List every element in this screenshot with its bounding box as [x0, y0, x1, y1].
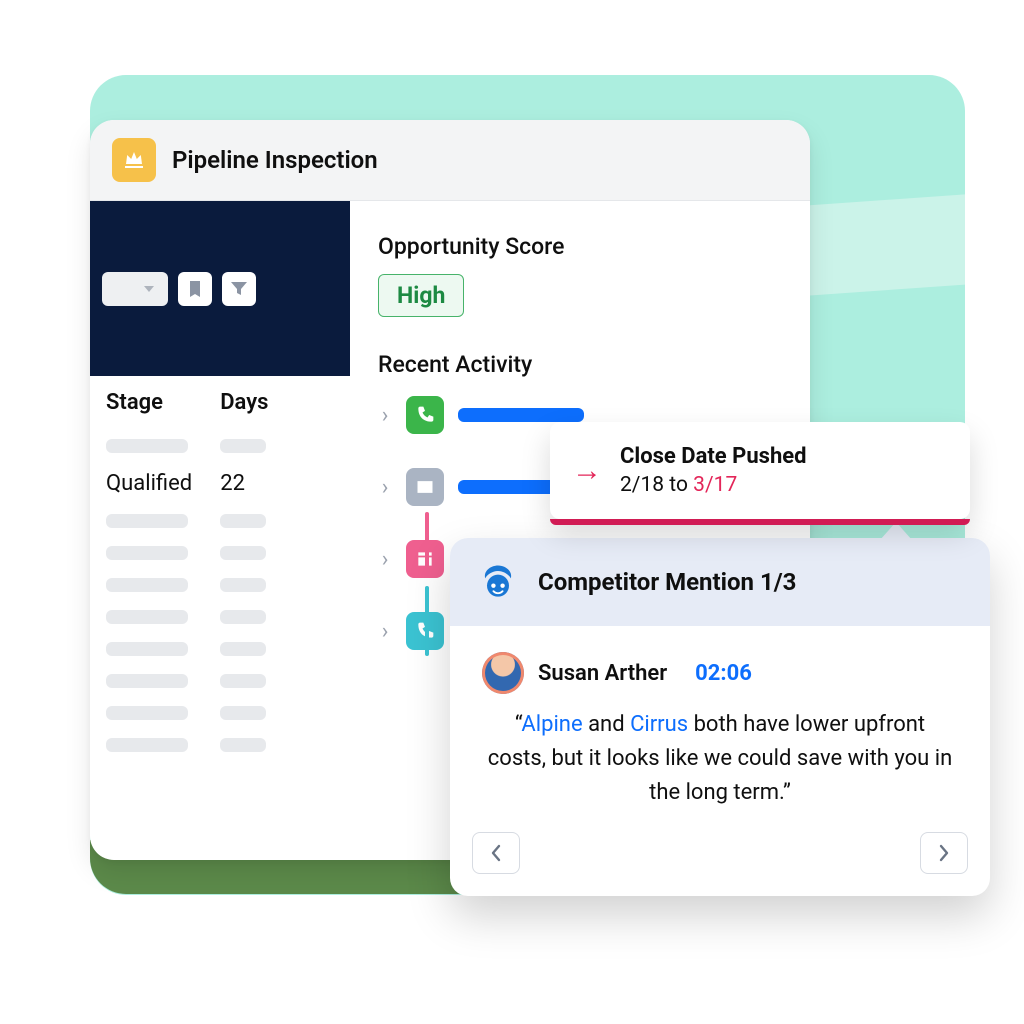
timeline-line: [425, 586, 429, 656]
page-title: Pipeline Inspection: [172, 146, 378, 174]
skeleton-cell: [106, 706, 188, 720]
timeline-line: [425, 512, 429, 576]
skeleton-cell: [220, 514, 266, 528]
skeleton-cell: [106, 610, 188, 624]
skeleton-cell: [220, 706, 266, 720]
next-button[interactable]: [920, 832, 968, 874]
toolbar-dark: [90, 201, 350, 376]
score-badge: High: [378, 274, 464, 317]
activity-bar: [458, 408, 584, 422]
date-to-word: to: [669, 473, 688, 497]
skeleton-cell: [106, 514, 188, 528]
close-date-popup: → Close Date Pushed 2/18 to 3/17: [550, 422, 970, 519]
crown-icon: [112, 138, 156, 182]
recent-activity-label: Recent Activity: [378, 351, 782, 378]
chevron-right-icon: ›: [378, 547, 392, 572]
quote-text: and: [583, 712, 630, 737]
phone-icon: [406, 396, 444, 434]
activity-bar: [458, 480, 564, 494]
stage-table: Stage Qualified Days 22: [90, 376, 350, 752]
prev-button[interactable]: [472, 832, 520, 874]
skeleton-cell: [220, 439, 266, 453]
mail-icon: [406, 468, 444, 506]
einstein-icon: [476, 560, 520, 604]
skeleton-cell: [220, 738, 266, 752]
popup-title: Close Date Pushed: [620, 444, 807, 469]
mention-header: Competitor Mention 1/3: [450, 538, 990, 626]
arrow-right-icon: →: [572, 453, 602, 488]
date-to: 3/17: [693, 473, 737, 497]
popup-dates: 2/18 to 3/17: [620, 473, 807, 497]
cell-days: 22: [220, 471, 268, 496]
skeleton-cell: [106, 578, 188, 592]
skeleton-cell: [106, 738, 188, 752]
col-stage-header: Stage: [106, 390, 192, 415]
app-header: Pipeline Inspection: [90, 120, 810, 201]
author-name: Susan Arther: [538, 661, 667, 686]
view-select[interactable]: [102, 272, 168, 306]
col-days-header: Days: [220, 390, 268, 415]
skeleton-cell: [106, 642, 188, 656]
bookmark-button[interactable]: [178, 272, 212, 306]
chevron-right-icon: ›: [378, 403, 392, 428]
competitor-mention-card: Competitor Mention 1/3 Susan Arther 02:0…: [450, 538, 990, 896]
skeleton-cell: [106, 439, 188, 453]
highlight-word: Alpine: [521, 712, 582, 737]
skeleton-cell: [220, 546, 266, 560]
skeleton-cell: [220, 610, 266, 624]
highlight-word: Cirrus: [630, 712, 688, 737]
skeleton-cell: [220, 674, 266, 688]
chevron-right-icon: ›: [378, 619, 392, 644]
mention-title: Competitor Mention 1/3: [538, 568, 796, 596]
date-from: 2/18: [620, 473, 664, 497]
cell-stage: Qualified: [106, 471, 192, 496]
mention-quote: “Alpine and Cirrus both have lower upfro…: [482, 708, 958, 810]
skeleton-cell: [106, 546, 188, 560]
avatar: [482, 652, 524, 694]
skeleton-cell: [106, 674, 188, 688]
skeleton-cell: [220, 642, 266, 656]
filter-button[interactable]: [222, 272, 256, 306]
skeleton-cell: [220, 578, 266, 592]
score-label: Opportunity Score: [378, 233, 782, 260]
chevron-right-icon: ›: [378, 475, 392, 500]
timestamp[interactable]: 02:06: [695, 661, 752, 686]
